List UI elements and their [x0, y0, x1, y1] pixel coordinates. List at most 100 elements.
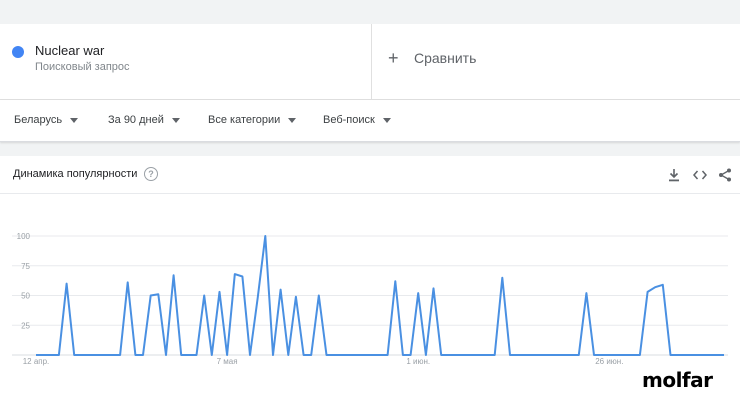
data-point[interactable] [270, 353, 275, 358]
data-point[interactable] [232, 272, 237, 277]
data-point[interactable] [301, 353, 306, 358]
data-point[interactable] [34, 353, 39, 358]
data-point[interactable] [607, 353, 612, 358]
data-point[interactable] [309, 353, 314, 358]
data-point[interactable] [324, 353, 329, 358]
data-point[interactable] [645, 289, 650, 294]
data-point[interactable] [125, 280, 130, 285]
data-point[interactable] [492, 353, 497, 358]
data-point[interactable] [255, 295, 260, 300]
data-point[interactable] [630, 353, 635, 358]
data-point[interactable] [416, 291, 421, 296]
data-point[interactable] [477, 353, 482, 358]
data-point[interactable] [263, 234, 268, 239]
data-point[interactable] [423, 353, 428, 358]
x-tick-label: 26 июн. [595, 357, 623, 366]
data-point[interactable] [240, 274, 245, 279]
data-point[interactable] [676, 353, 681, 358]
data-point[interactable] [87, 353, 92, 358]
data-point[interactable] [400, 353, 405, 358]
data-point[interactable] [171, 273, 176, 278]
data-point[interactable] [286, 353, 291, 358]
data-point[interactable] [163, 353, 168, 358]
data-point[interactable] [278, 287, 283, 292]
data-point[interactable] [393, 279, 398, 284]
data-point[interactable] [385, 353, 390, 358]
data-point[interactable] [118, 353, 123, 358]
data-point[interactable] [370, 353, 375, 358]
data-point[interactable] [507, 353, 512, 358]
category-filter[interactable]: Все категории [208, 114, 297, 126]
data-point[interactable] [469, 353, 474, 358]
data-point[interactable] [538, 353, 543, 358]
data-point[interactable] [408, 353, 413, 358]
data-point[interactable] [133, 353, 138, 358]
search-term-entry[interactable]: Nuclear war Поисковый запрос [0, 24, 372, 100]
data-point[interactable] [622, 353, 627, 358]
data-point[interactable] [561, 353, 566, 358]
data-point[interactable] [553, 353, 558, 358]
data-point[interactable] [316, 293, 321, 298]
data-point[interactable] [217, 289, 222, 294]
data-point[interactable] [722, 353, 727, 358]
data-point[interactable] [72, 353, 77, 358]
region-filter[interactable]: Беларусь [14, 114, 79, 126]
data-point[interactable] [248, 353, 253, 358]
data-point[interactable] [500, 275, 505, 280]
data-point[interactable] [515, 353, 520, 358]
data-point[interactable] [599, 353, 604, 358]
data-point[interactable] [576, 353, 581, 358]
data-point[interactable] [332, 353, 337, 358]
data-point[interactable] [637, 353, 642, 358]
data-point[interactable] [362, 353, 367, 358]
compare-button[interactable]: + Сравнить [388, 48, 476, 68]
data-point[interactable] [714, 353, 719, 358]
data-point[interactable] [355, 353, 360, 358]
data-point[interactable] [668, 353, 673, 358]
data-point[interactable] [95, 353, 100, 358]
data-point[interactable] [699, 353, 704, 358]
data-point[interactable] [530, 353, 535, 358]
data-point[interactable] [179, 353, 184, 358]
data-point[interactable] [148, 293, 153, 298]
data-point[interactable] [110, 353, 115, 358]
data-point[interactable] [339, 353, 344, 358]
data-point[interactable] [446, 353, 451, 358]
data-point[interactable] [79, 353, 84, 358]
data-point[interactable] [683, 353, 688, 358]
data-point[interactable] [454, 353, 459, 358]
data-point[interactable] [462, 353, 467, 358]
data-point[interactable] [156, 292, 161, 297]
data-point[interactable] [347, 353, 352, 358]
chevron-down-icon [70, 117, 79, 123]
data-point[interactable] [660, 282, 665, 287]
data-point[interactable] [706, 353, 711, 358]
data-point[interactable] [225, 353, 230, 358]
data-point[interactable] [485, 353, 490, 358]
data-point[interactable] [194, 353, 199, 358]
time-range-filter[interactable]: За 90 дней [108, 114, 180, 126]
data-point[interactable] [209, 353, 214, 358]
data-point[interactable] [49, 353, 54, 358]
data-point[interactable] [141, 353, 146, 358]
data-point[interactable] [691, 353, 696, 358]
data-point[interactable] [431, 286, 436, 291]
data-point[interactable] [102, 353, 107, 358]
data-point[interactable] [546, 353, 551, 358]
data-point[interactable] [41, 353, 46, 358]
data-point[interactable] [56, 353, 61, 358]
search-type-filter[interactable]: Веб-поиск [323, 114, 391, 126]
data-point[interactable] [569, 353, 574, 358]
data-point[interactable] [439, 353, 444, 358]
data-point[interactable] [64, 281, 69, 286]
data-point[interactable] [592, 353, 597, 358]
data-point[interactable] [653, 285, 658, 290]
search-term-name[interactable]: Nuclear war [35, 43, 104, 58]
data-point[interactable] [202, 293, 207, 298]
data-point[interactable] [378, 353, 383, 358]
data-point[interactable] [523, 353, 528, 358]
data-point[interactable] [614, 353, 619, 358]
data-point[interactable] [293, 294, 298, 299]
data-point[interactable] [584, 291, 589, 296]
data-point[interactable] [186, 353, 191, 358]
